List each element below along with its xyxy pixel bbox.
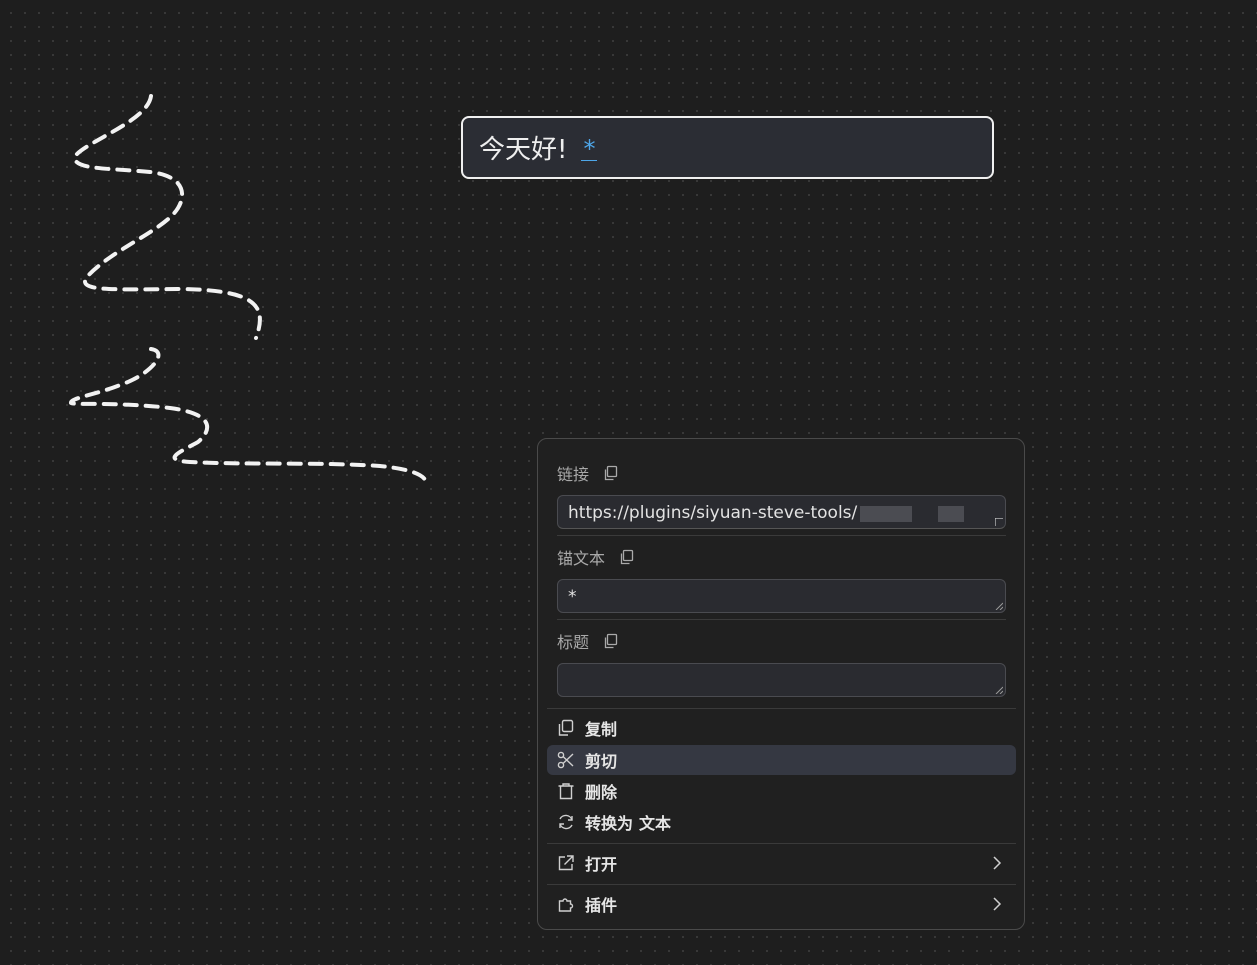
menu-item-delete-label: 删除 — [585, 783, 618, 802]
menu-item-convert[interactable]: 转换为 文本 — [547, 807, 1016, 837]
dashed-zigzag-stroke — [73, 94, 262, 340]
copy-icon — [558, 719, 574, 736]
field-divider — [557, 619, 1006, 620]
link-input-value: https://plugins/siyuan-steve-tools/ — [568, 503, 858, 523]
menu-separator — [547, 708, 1016, 709]
menu-item-open-label: 打开 — [585, 855, 618, 874]
anchor-text-input[interactable]: * — [557, 579, 1006, 613]
resize-handle-icon[interactable] — [995, 518, 1003, 526]
anchor-label: 锚文本 — [557, 549, 606, 568]
menu-separator — [547, 843, 1016, 844]
trash-icon — [558, 783, 574, 800]
anchor-label-row: 锚文本 — [557, 545, 635, 569]
textbox-text: 今天好! — [479, 135, 568, 165]
copy-link-icon[interactable] — [603, 465, 619, 481]
canvas-text-box[interactable]: 今天好! * — [461, 116, 994, 179]
chevron-right-icon — [993, 856, 1002, 870]
title-label: 标题 — [557, 633, 590, 652]
title-label-row: 标题 — [557, 629, 619, 653]
redacted-block — [860, 506, 912, 522]
menu-item-plugins[interactable]: 插件 — [547, 889, 1016, 919]
refresh-icon — [559, 814, 573, 830]
anchor-text-value: * — [568, 587, 577, 607]
field-divider — [557, 535, 1006, 536]
link-label: 链接 — [557, 465, 590, 484]
menu-item-cut[interactable]: 剪切 — [547, 745, 1016, 775]
menu-separator — [547, 884, 1016, 885]
menu-item-convert-label: 转换为 — [585, 814, 634, 833]
menu-item-open[interactable]: 打开 — [547, 848, 1016, 878]
menu-item-copy[interactable]: 复制 — [547, 713, 1016, 743]
link-input[interactable]: https://plugins/siyuan-steve-tools/ — [557, 495, 1006, 529]
link-context-menu: 链接 https://plugins/siyuan-steve-tools/ 锚… — [537, 438, 1025, 930]
menu-item-delete[interactable]: 删除 — [547, 776, 1016, 806]
resize-grip-icon[interactable] — [995, 686, 1003, 694]
dashed-wave-stroke — [69, 347, 429, 488]
menu-item-cut-label: 剪切 — [585, 752, 618, 771]
copy-title-icon[interactable] — [603, 633, 619, 649]
textbox-link-star[interactable]: * — [581, 137, 598, 161]
menu-item-plugins-label: 插件 — [585, 896, 618, 915]
resize-grip-icon[interactable] — [995, 602, 1003, 610]
copy-anchor-icon[interactable] — [619, 549, 635, 565]
chevron-right-icon — [993, 897, 1002, 911]
redacted-block — [938, 506, 964, 522]
external-link-icon — [558, 855, 574, 871]
link-label-row: 链接 — [557, 461, 619, 485]
menu-item-copy-label: 复制 — [585, 720, 618, 739]
title-input[interactable] — [557, 663, 1006, 697]
scissors-icon — [557, 751, 574, 769]
puzzle-icon — [558, 898, 574, 912]
menu-item-convert-target: 文本 — [639, 814, 672, 833]
